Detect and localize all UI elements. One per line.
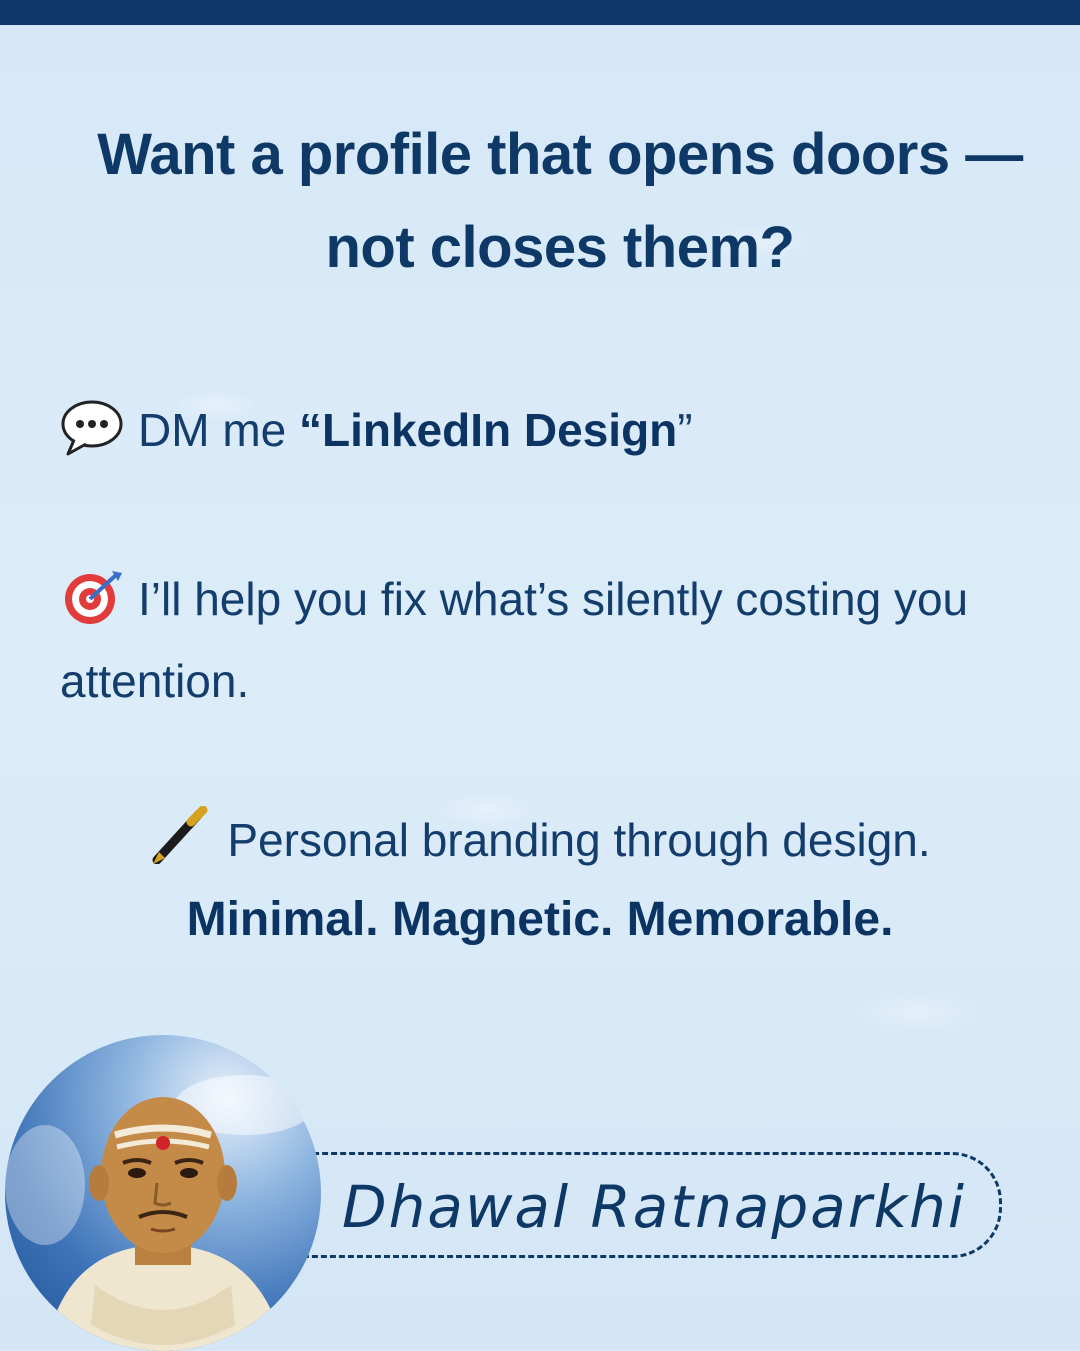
branding-block: Personal branding through design. Minima… xyxy=(0,800,1080,960)
top-bar xyxy=(0,0,1080,25)
headline: Want a profile that opens doors — not cl… xyxy=(40,108,1080,294)
speech-bubble-icon xyxy=(61,400,123,456)
avatar xyxy=(5,1035,321,1351)
target-icon xyxy=(65,571,122,624)
dm-open-quote: “ xyxy=(299,404,322,456)
branding-text: Personal branding through design. xyxy=(227,814,931,866)
avatar-illustration xyxy=(5,1075,315,1351)
tagline: Minimal. Magnetic. Memorable. xyxy=(186,893,894,946)
dm-line: DM me “LinkedIn Design” xyxy=(60,398,693,457)
help-text: I’ll help you fix what’s silently costin… xyxy=(60,573,969,707)
dm-prefix: DM me xyxy=(138,404,299,456)
fountain-pen-icon xyxy=(152,806,208,864)
dm-keyword: LinkedIn Design xyxy=(322,404,678,456)
branding-line: Personal branding through design. xyxy=(0,800,1080,880)
headline-line-1: Want a profile that opens doors — xyxy=(97,122,1023,187)
dm-close-quote: ” xyxy=(677,404,693,456)
author-name: Dhawal Ratnaparkhi xyxy=(342,1173,967,1241)
help-line: I’ll help you fix what’s silently costin… xyxy=(60,558,1020,722)
name-badge: Dhawal Ratnaparkhi xyxy=(250,1152,1002,1258)
headline-line-2: not closes them? xyxy=(325,215,795,280)
